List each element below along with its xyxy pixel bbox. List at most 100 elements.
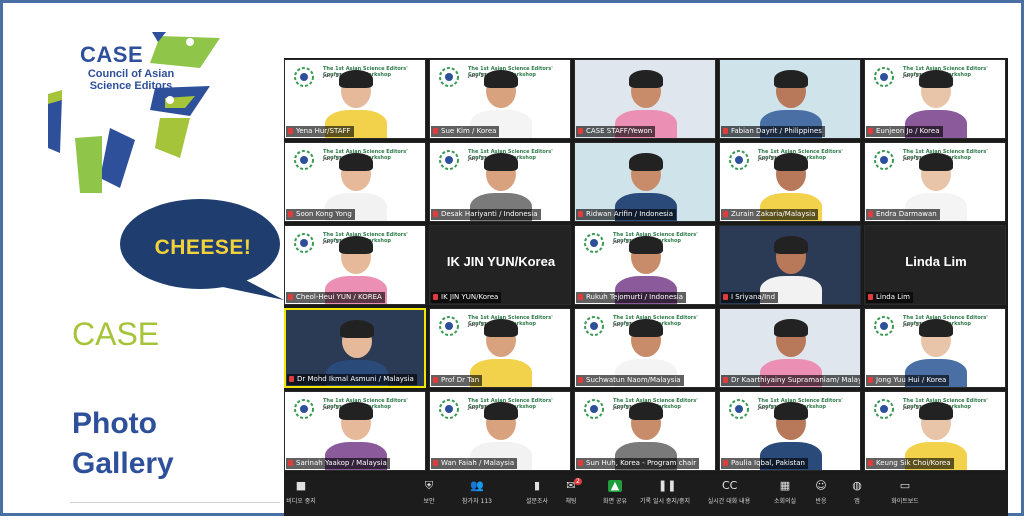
case-badge-icon — [294, 150, 314, 170]
participant-name-tag: Sarinah Yaakop / Malaysia — [286, 458, 390, 469]
participant-name-tag: Paulia Iqbal, Pakistan — [721, 458, 808, 469]
participant-name: Zurain Zakaria/Malaysia — [731, 210, 816, 218]
participant-name: Suchwatun Naom/Malaysia — [586, 376, 681, 384]
apps-button[interactable]: ◍ 앱 — [832, 478, 882, 506]
video-button[interactable]: ■ 비디오 중지 — [276, 478, 326, 506]
participant-name-tag: Sun Huh, Korea - Program chair — [576, 458, 700, 469]
participant-name: CASE STAFF/Yewon — [586, 127, 653, 135]
captions-button[interactable]: CC 실시간 대화 내용 — [704, 478, 754, 506]
participant-tile[interactable]: The 1st Asian Science Editors' Conferenc… — [864, 308, 1006, 388]
participants-button[interactable]: 👥 참가자 113 — [452, 478, 502, 506]
bubble-text: CHEESE! — [154, 236, 252, 259]
case-badge-icon — [874, 316, 894, 336]
participant-name: Eunjeon Jo / Korea — [876, 127, 940, 135]
case-badge-icon — [584, 316, 604, 336]
participant-name-tag: Jong Yuu Hui / Korea — [866, 375, 950, 386]
participant-name-tag: Eunjeon Jo / Korea — [866, 126, 943, 137]
record-pause-button[interactable]: ❚❚ 기록 일시 중지/중지 — [640, 478, 690, 506]
participant-name-tag: Yena Hur/STAFF — [286, 126, 354, 137]
participant-name: IK JIN YUN/Korea — [441, 293, 499, 301]
case-badge-icon — [439, 67, 459, 87]
participant-tile[interactable]: Fabian Dayrit / Philippines — [719, 59, 861, 139]
poll-icon: ▮ — [533, 479, 541, 492]
toolbar-label: 앱 — [854, 498, 860, 505]
participant-name: Dr Mohd Ikmal Asmuni / Malaysia — [297, 375, 414, 383]
participant-tile[interactable]: The 1st Asian Science Editors' Conferenc… — [284, 225, 426, 305]
participant-name-tag: CASE STAFF/Yewon — [576, 126, 656, 137]
participant-name: Wan Faiah / Malaysia — [441, 459, 515, 467]
participant-tile[interactable]: The 1st Asian Science Editors' Conferenc… — [429, 308, 571, 388]
participant-name: Cheol-Heui YUN / KOREA — [296, 293, 382, 301]
muted-mic-icon — [433, 377, 438, 383]
muted-mic-icon — [578, 377, 583, 383]
share-screen-icon: ▲ — [608, 480, 622, 492]
meeting-toolbar: ■ 비디오 중지 ⛨ 보안 👥 참가자 113 ▮ 설문조사 ✉ 채팅 2 ▲ 화면 공유 ❚❚ 기록 일시… — [284, 474, 1008, 516]
video-icon: ■ — [295, 479, 307, 492]
muted-mic-icon — [723, 211, 728, 217]
participant-tile[interactable]: The 1st Asian Science Editors' Conferenc… — [429, 391, 571, 471]
participant-tile[interactable]: The 1st Asian Science Editors' Conferenc… — [429, 142, 571, 222]
participant-name: Jong Yuu Hui / Korea — [876, 376, 947, 384]
muted-mic-icon — [723, 377, 728, 383]
gallery-grid: The 1st Asian Science Editors' Conferenc… — [284, 58, 1008, 474]
participant-tile[interactable]: Dr Kaarthiyainy Supramaniam/ Malaysia — [719, 308, 861, 388]
participant-tile[interactable]: Ridwan Arifin / Indonesia — [574, 142, 716, 222]
participant-tile[interactable]: The 1st Asian Science Editors' Conferenc… — [864, 59, 1006, 139]
toolbar-label: 채팅 — [565, 498, 577, 505]
participant-tile[interactable]: The 1st Asian Science Editors' Conferenc… — [284, 59, 426, 139]
muted-mic-icon — [868, 460, 873, 466]
muted-mic-icon — [868, 128, 873, 134]
captions-icon: CC — [722, 479, 738, 492]
participant-name: Fabian Dayrit / Philippines — [731, 127, 822, 135]
muted-mic-icon — [723, 294, 728, 300]
case-badge-icon — [584, 399, 604, 419]
participant-name: Keung Sik Choi/Korea — [876, 459, 951, 467]
participant-tile[interactable]: The 1st Asian Science Editors' Conferenc… — [284, 142, 426, 222]
case-badge-icon — [874, 67, 894, 87]
participant-tile[interactable]: The 1st Asian Science Editors' Conferenc… — [719, 391, 861, 471]
apps-icon: ◍ — [852, 479, 862, 492]
case-badge-icon — [729, 399, 749, 419]
participant-tile[interactable]: Dr Mohd Ikmal Asmuni / Malaysia — [284, 308, 426, 388]
toolbar-label: 기록 일시 중지/중지 — [640, 498, 690, 505]
participant-tile[interactable]: The 1st Asian Science Editors' Conferenc… — [864, 391, 1006, 471]
participant-tile[interactable]: The 1st Asian Science Editors' Conferenc… — [719, 142, 861, 222]
participant-tile[interactable]: The 1st Asian Science Editors' Conferenc… — [574, 308, 716, 388]
shield-button[interactable]: ⛨ 보안 — [404, 478, 454, 506]
participant-tile[interactable]: The 1st Asian Science Editors' Conferenc… — [574, 225, 716, 305]
case-badge-icon — [294, 399, 314, 419]
shield-icon: ⛨ — [424, 479, 434, 492]
participant-name: Sun Huh, Korea - Program chair — [586, 459, 697, 467]
photo-title-line2: Gallery — [72, 447, 174, 480]
reaction-icon: ☺ — [815, 479, 827, 492]
participant-tile[interactable]: The 1st Asian Science Editors' Conferenc… — [864, 142, 1006, 222]
participant-display-name: Linda Lim — [905, 254, 967, 269]
participant-name-tag: Zurain Zakaria/Malaysia — [721, 209, 819, 220]
case-heading: CASE — [72, 316, 160, 352]
participant-name-tag: Rukuh Tejomurti / Indonesia — [576, 292, 687, 303]
case-badge-icon — [874, 150, 894, 170]
participant-tile[interactable]: I Sriyana/Ind — [719, 225, 861, 305]
participant-name: Dr Kaarthiyainy Supramaniam/ Malaysia — [731, 376, 861, 384]
photo-title-line1: Photo — [72, 407, 157, 440]
participant-name-tag: Soon Kong Yong — [286, 209, 355, 220]
participant-tile[interactable]: Linda Lim Linda Lim — [864, 225, 1006, 305]
participant-tile[interactable]: The 1st Asian Science Editors' Conferenc… — [284, 391, 426, 471]
participant-tile[interactable]: The 1st Asian Science Editors' Conferenc… — [429, 59, 571, 139]
participant-tile[interactable]: The 1st Asian Science Editors' Conferenc… — [574, 391, 716, 471]
muted-mic-icon — [433, 460, 438, 466]
participant-name: Endra Darmawan — [876, 210, 937, 218]
participant-name-tag: Cheol-Heui YUN / KOREA — [286, 292, 385, 303]
participant-name: Yena Hur/STAFF — [296, 127, 351, 135]
participant-tile[interactable]: IK JIN YUN/Korea IK JIN YUN/Korea — [429, 225, 571, 305]
case-badge-icon — [584, 233, 604, 253]
whiteboard-button[interactable]: ▭ 화이트보드 — [880, 478, 930, 506]
participant-name-tag: Prof Dr Tan — [431, 375, 483, 386]
participant-display-name: IK JIN YUN/Korea — [446, 254, 556, 269]
participant-tile[interactable]: CASE STAFF/Yewon — [574, 59, 716, 139]
chat-button[interactable]: ✉ 채팅 2 — [546, 478, 596, 505]
case-badge-icon — [294, 67, 314, 87]
muted-mic-icon — [868, 294, 873, 300]
muted-mic-icon — [288, 128, 293, 134]
share-screen-button[interactable]: ▲ 화면 공유 — [590, 478, 640, 506]
